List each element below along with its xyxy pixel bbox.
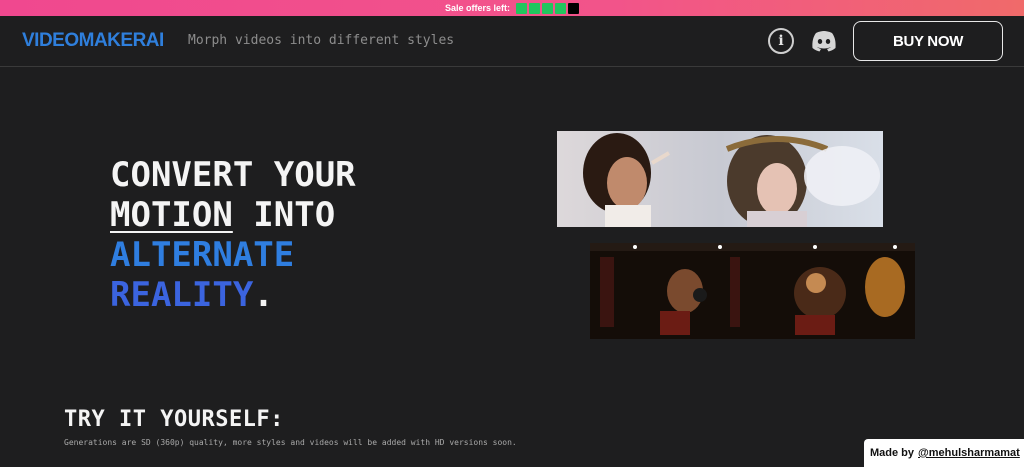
- cropped-text-fragment: [695, 461, 825, 467]
- sale-offer-slot: [516, 2, 528, 14]
- site-logo[interactable]: VIDEOMAKERAI: [22, 30, 164, 52]
- sale-offers-bar: Sale offers left:: [0, 0, 1024, 16]
- made-by-label: Made by: [870, 447, 915, 459]
- author-link[interactable]: @mehulsharmamat: [918, 447, 1020, 459]
- sale-offers-slots: [516, 2, 580, 14]
- made-by-badge: Made by @mehulsharmamat: [864, 439, 1024, 467]
- try-it-yourself-subtitle: Generations are SD (360p) quality, more …: [64, 438, 517, 447]
- sample-video-boxing: [590, 243, 915, 339]
- hero-headline: CONVERT YOUR MOTION INTO ALTERNATE REALI…: [110, 155, 356, 315]
- buy-now-button[interactable]: BUY NOW: [853, 21, 1003, 61]
- site-tagline: Morph videos into different styles: [188, 33, 455, 48]
- hero-line-2-rest: INTO: [232, 195, 336, 235]
- site-header: VIDEOMAKERAI Morph videos into different…: [0, 16, 1024, 67]
- sale-offer-slot: [529, 2, 541, 14]
- hero-line-4-word: REALITY: [110, 275, 254, 315]
- hero-line-4-period: .: [253, 275, 274, 315]
- sale-offer-slot: [542, 2, 554, 14]
- sample-video-portrait: [557, 131, 883, 227]
- info-icon[interactable]: i: [768, 28, 794, 54]
- hero-line-3: ALTERNATE: [110, 235, 295, 275]
- discord-icon[interactable]: [810, 28, 838, 54]
- sale-offer-slot: [568, 2, 580, 14]
- try-it-yourself-heading: TRY IT YOURSELF:: [64, 407, 284, 432]
- hero-line-4: REALITY.: [110, 275, 356, 315]
- sale-offers-label: Sale offers left:: [444, 3, 511, 13]
- sale-offer-slot: [555, 2, 567, 14]
- hero-line-2: MOTION INTO: [110, 195, 356, 235]
- hero-line-1: CONVERT YOUR: [110, 155, 356, 195]
- hero-underlined-word: MOTION: [110, 195, 233, 235]
